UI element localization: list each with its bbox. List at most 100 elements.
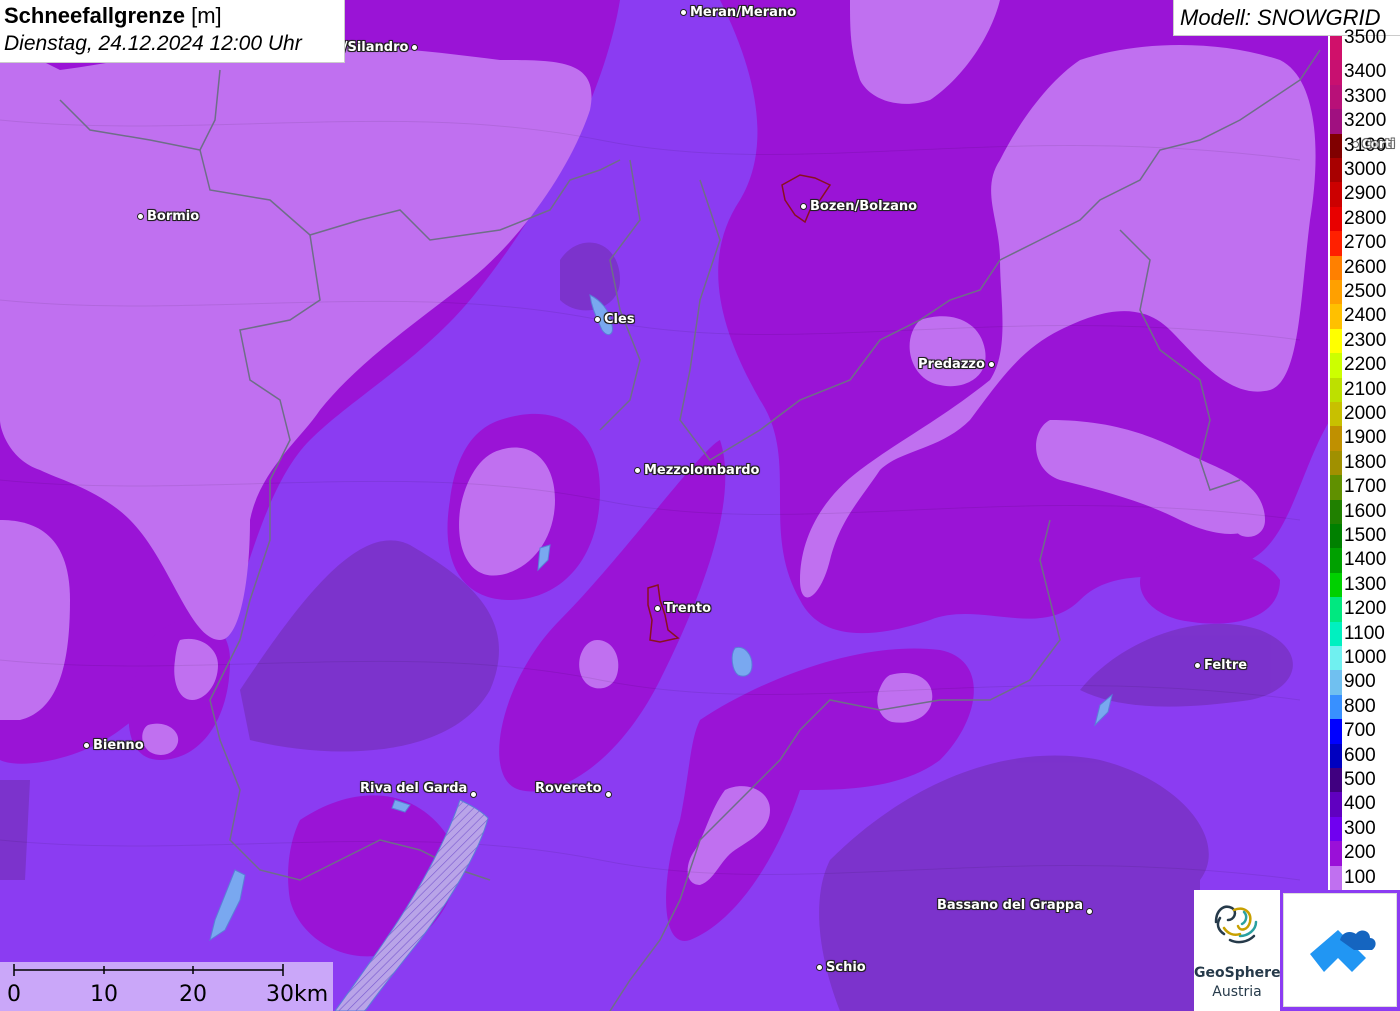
legend-label: 2600 [1344, 256, 1387, 278]
legend-label: 1200 [1344, 598, 1387, 620]
city-riva-del-garda[interactable]: Riva del Garda [360, 779, 478, 798]
legend-row-3300: 3300 [1328, 84, 1400, 110]
legend-label: 3000 [1344, 159, 1387, 180]
city-bassano-del-grappa[interactable]: Bassano del Grappa [937, 896, 1093, 915]
legend-swatch [1330, 572, 1342, 598]
legend-swatch [1330, 524, 1342, 549]
legend-swatch [1330, 255, 1342, 280]
legend-swatch [1330, 670, 1342, 695]
legend-label: 2200 [1344, 354, 1387, 376]
city-dot [604, 791, 612, 798]
legend-swatch [1330, 36, 1342, 61]
city-dot [83, 742, 90, 749]
legend-label: 2000 [1344, 403, 1387, 424]
scale-label-0: 0 [7, 982, 21, 1007]
legend-label: 3300 [1344, 85, 1387, 107]
map-title: Schneefallgrenze [m] [4, 3, 222, 28]
legend-row-2100: 2100 [1328, 377, 1400, 402]
app-logo[interactable] [1283, 893, 1397, 1007]
legend-row-800: 800 [1328, 694, 1400, 720]
legend-swatch [1330, 280, 1342, 305]
legend-label: 2900 [1344, 183, 1387, 205]
legend-label: 700 [1344, 720, 1376, 742]
city-trento[interactable]: Trento [654, 601, 711, 616]
legend-label: 1300 [1344, 573, 1387, 595]
legend-swatch [1330, 743, 1342, 768]
legend-label: 900 [1344, 671, 1376, 693]
legend-label: 2700 [1344, 232, 1387, 254]
legend-row-3500: 3500 [1328, 27, 1400, 61]
city-dot [800, 203, 807, 210]
city-silandro[interactable]: s/Silandro [335, 40, 419, 55]
legend-row-200: 200 [1328, 841, 1400, 866]
legend-swatch [1330, 816, 1342, 842]
legend-swatch [1330, 768, 1342, 793]
legend-swatch [1330, 719, 1342, 744]
legend-row-1200: 1200 [1328, 597, 1400, 622]
city-bienno[interactable]: Bienno [83, 738, 144, 753]
legend-label: 2800 [1344, 207, 1387, 229]
legend-row-1700: 1700 [1328, 475, 1400, 500]
city-dot [1194, 662, 1201, 669]
legend-swatch [1330, 402, 1342, 427]
geosphere-logo[interactable]: GeoSphere Austria [1194, 890, 1281, 1011]
city-bormio[interactable]: Bormio [137, 209, 199, 224]
city-rovereto[interactable]: Rovereto [535, 779, 612, 798]
city-dot [470, 791, 478, 798]
cloud-arrow-logo-icon [1310, 930, 1376, 972]
legend-swatch [1330, 694, 1342, 720]
legend-swatch [1330, 865, 1342, 890]
legend-swatch [1330, 133, 1342, 158]
color-legend: 3500 3400 3300 3200 3100 3000 2900 2800 2700 2600… [1328, 27, 1400, 890]
map-datetime: Dienstag, 24.12.2024 12:00 Uhr [4, 32, 302, 55]
legend-label: 500 [1344, 769, 1376, 790]
city-feltre[interactable]: Feltre [1194, 658, 1247, 673]
legend-swatch [1330, 426, 1342, 451]
legend-label: 300 [1344, 817, 1376, 839]
legend-swatch [1330, 450, 1342, 476]
city-cles[interactable]: Cles [594, 312, 635, 327]
legend-label: 1800 [1344, 451, 1387, 473]
legend-label: 1600 [1344, 500, 1387, 522]
legend-row-2400: 2400 [1328, 304, 1400, 329]
city-dot [816, 964, 823, 971]
scale-bar: 0 10 20 30km [0, 962, 333, 1011]
legend-label: 2500 [1344, 281, 1387, 302]
snowfall-limit-map[interactable] [0, 0, 1400, 1011]
legend-row-3000: 3000 [1328, 158, 1400, 183]
city-cortina[interactable]: Corti [1352, 137, 1395, 151]
legend-row-1800: 1800 [1328, 450, 1400, 476]
legend-swatch [1330, 792, 1342, 817]
legend-row-2600: 2600 [1328, 255, 1400, 280]
legend-label: 2400 [1344, 305, 1387, 327]
city-bolzano[interactable]: Bozen/Bolzano [800, 199, 917, 214]
city-meran[interactable]: Meran/Merano [680, 5, 796, 20]
legend-swatch [1330, 182, 1342, 207]
legend-row-1900: 1900 [1328, 426, 1400, 451]
city-predazzo[interactable]: Predazzo [918, 357, 995, 372]
legend-row-900: 900 [1328, 670, 1400, 695]
legend-row-3400: 3400 [1328, 60, 1400, 85]
city-dot [594, 316, 601, 323]
legend-row-1100: 1100 [1328, 621, 1400, 646]
city-dot [137, 213, 144, 220]
city-schio[interactable]: Schio [816, 960, 866, 975]
scale-label-30km: 30km [266, 982, 329, 1007]
legend-swatch [1330, 353, 1342, 378]
legend-swatch [1330, 475, 1342, 500]
legend-label: 3200 [1344, 110, 1387, 132]
legend-row-1600: 1600 [1328, 499, 1400, 524]
legend-label: 400 [1344, 793, 1376, 815]
legend-row-700: 700 [1328, 719, 1400, 744]
city-dot [680, 9, 687, 16]
legend-label: 3500 [1344, 27, 1387, 48]
legend-swatch [1330, 499, 1342, 524]
legend-label: 1900 [1344, 427, 1387, 449]
city-mezzolombardo[interactable]: Mezzolombardo [634, 463, 759, 478]
legend-label: 1100 [1344, 622, 1385, 644]
legend-row-300: 300 [1328, 816, 1400, 842]
legend-swatch [1330, 206, 1342, 232]
city-dot [411, 44, 419, 51]
city-dot [987, 361, 995, 368]
legend-swatch [1330, 621, 1342, 646]
